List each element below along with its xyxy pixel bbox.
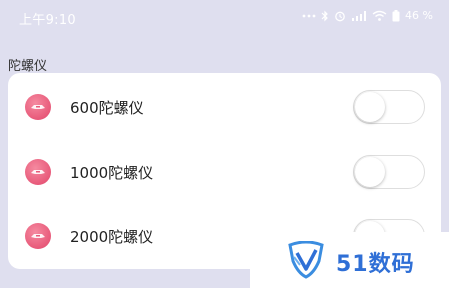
status-icons: 46 % [302, 9, 433, 22]
shield-logo-icon [286, 240, 326, 283]
list-item-label: 2000陀螺仪 [70, 227, 154, 246]
bluetooth-icon [321, 10, 329, 22]
section-title: 陀螺仪 [8, 59, 48, 74]
status-bar: 上午9:10 46 % [0, 0, 449, 34]
list-item-label: 600陀螺仪 [70, 98, 144, 117]
watermark: 51数码 [250, 232, 449, 288]
battery-icon [392, 9, 400, 22]
list-item-1000[interactable]: 1000陀螺仪 [8, 140, 441, 204]
wifi-icon [372, 10, 387, 22]
toggle-switch-1000[interactable] [353, 155, 425, 189]
watermark-text: 51数码 [336, 252, 415, 277]
toggle-knob [355, 157, 385, 187]
list-item-600[interactable]: 600陀螺仪 [8, 75, 441, 139]
toggle-knob [355, 92, 385, 122]
gyroscope-icon [25, 223, 51, 249]
toggle-switch-600[interactable] [353, 90, 425, 124]
alarm-icon [334, 10, 346, 22]
list-item-label: 1000陀螺仪 [70, 163, 154, 182]
gyroscope-icon [25, 94, 51, 120]
battery-level: 46 % [405, 9, 433, 22]
signal-icon [351, 10, 367, 22]
gyroscope-icon [25, 159, 51, 185]
dots-icon [302, 13, 316, 19]
status-time: 上午9:10 [19, 13, 76, 28]
